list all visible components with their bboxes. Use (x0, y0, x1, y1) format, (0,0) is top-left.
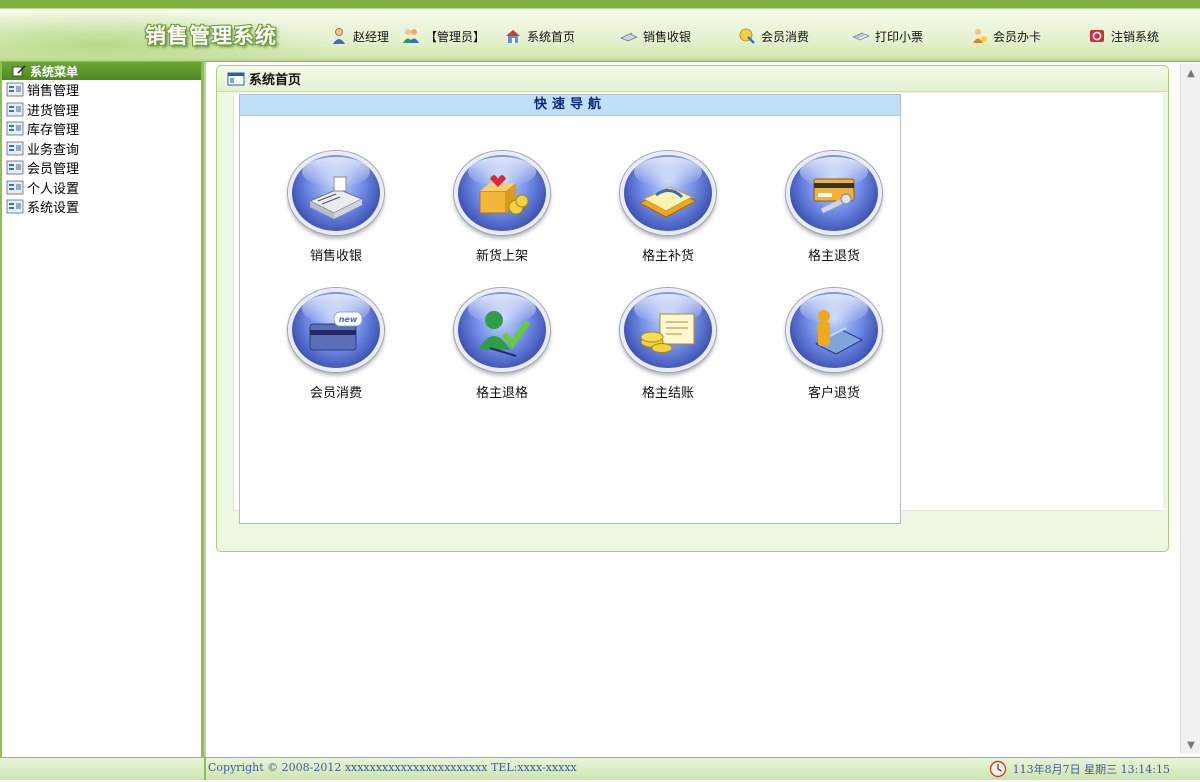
admin-icon (402, 27, 420, 45)
home-icon (504, 27, 522, 45)
datetime: 113年8月7日 星期三 13:14:15 (1012, 763, 1170, 776)
sidebar-item-sales[interactable]: 销售管理 (2, 80, 201, 100)
restock-icon (620, 151, 716, 235)
sidebar-item-members[interactable]: 会员管理 (2, 158, 201, 178)
main-content: 系统首页 快速导航 销售收银 新货上架 格主补货 格主退货 new 会员消费 格… (204, 62, 1200, 757)
tile-label: 格主退格 (475, 386, 528, 401)
sidebar-item-label: 业务查询 (27, 142, 80, 158)
app-header: 销售管理系统 赵经理 【管理员】 系统首页 销售收银 会员消费 打印小票 会员办… (0, 0, 1200, 62)
module-icon (6, 199, 24, 214)
tile-label: 格主结账 (641, 386, 694, 401)
topnav-home[interactable]: 系统首页 (504, 25, 620, 47)
settlement-icon (620, 288, 716, 372)
topnav-print[interactable]: 打印小票 (852, 25, 970, 47)
sidebar-header: 系统菜单 (2, 62, 201, 80)
panel-title: 系统首页 (249, 73, 302, 88)
user-role: 【管理员】 (402, 25, 504, 47)
sidebar-item-label: 进货管理 (27, 103, 80, 119)
sidebar: 系统菜单 销售管理 进货管理 库存管理 业务查询 会员管理 个人设置 系统设置 (0, 62, 204, 757)
topnav-member-card-label: 会员办卡 (993, 29, 1042, 44)
member-card-new-icon: new (288, 288, 384, 372)
tile-customer-return[interactable]: 客户退货 (774, 288, 894, 401)
panel-title-bar: 系统首页 (217, 66, 1168, 92)
user-role-label: 【管理员】 (425, 29, 486, 44)
cash-register-icon (288, 151, 384, 235)
tile-member-spend[interactable]: new 会员消费 (276, 288, 396, 401)
top-navigation: 赵经理 【管理员】 系统首页 销售收银 会员消费 打印小票 会员办卡 注销系统 (330, 24, 1178, 48)
tile-new-goods[interactable]: 新货上架 (442, 151, 562, 264)
sidebar-item-label: 库存管理 (27, 123, 80, 139)
module-icon (6, 141, 24, 156)
main-scrollbar[interactable]: ▲ ▼ (1180, 64, 1200, 754)
topnav-cashier-label: 销售收银 (643, 29, 692, 44)
topnav-member-spend-label: 会员消费 (761, 29, 810, 44)
sidebar-item-label: 系统设置 (27, 201, 80, 217)
topnav-logout[interactable]: 注销系统 (1088, 25, 1178, 47)
menu-edit-icon (12, 65, 26, 77)
app-title: 销售管理系统 (145, 24, 277, 48)
sidebar-item-label: 会员管理 (27, 162, 80, 178)
tile-label: 会员消费 (309, 386, 362, 401)
new-goods-icon (454, 151, 550, 235)
footer-divider (204, 758, 206, 780)
topnav-member-spend[interactable]: 会员消费 (738, 25, 852, 47)
module-icon (6, 102, 24, 117)
clock-icon (989, 760, 1007, 778)
tile-label: 销售收银 (309, 249, 362, 264)
sidebar-item-personal-settings[interactable]: 个人设置 (2, 178, 201, 198)
sidebar-item-query[interactable]: 业务查询 (2, 139, 201, 159)
status-bar: Copyright © 2008-2012 xxxxxxxxxxxxxxxxxx… (0, 757, 1200, 780)
topnav-print-label: 打印小票 (875, 29, 924, 44)
tile-label: 新货上架 (475, 249, 528, 264)
module-icon (6, 82, 24, 97)
member-card-icon (970, 27, 988, 45)
topnav-logout-label: 注销系统 (1111, 29, 1160, 44)
svg-text:new: new (339, 315, 358, 324)
clock: 113年8月7日 星期三 13:14:15 (989, 759, 1170, 779)
module-icon (6, 121, 24, 136)
logout-icon (1088, 27, 1106, 45)
scroll-up-icon[interactable]: ▲ (1181, 64, 1200, 82)
quick-navigation-title: 快速导航 (240, 95, 900, 116)
tile-cancel-shelf[interactable]: 格主退格 (442, 288, 562, 401)
cancel-shelf-icon (454, 288, 550, 372)
window-icon (227, 72, 245, 86)
scroll-down-icon[interactable]: ▼ (1181, 736, 1200, 754)
sidebar-item-inventory[interactable]: 库存管理 (2, 119, 201, 139)
return-goods-icon (786, 151, 882, 235)
customer-return-icon (786, 288, 882, 372)
current-user: 赵经理 (330, 25, 402, 47)
tile-label: 客户退货 (807, 386, 860, 401)
topnav-member-card[interactable]: 会员办卡 (970, 25, 1088, 47)
print-icon (852, 27, 870, 45)
tile-label: 格主补货 (641, 249, 694, 264)
quick-navigation: 快速导航 销售收银 新货上架 格主补货 格主退货 new 会员消费 格主退格 格… (239, 94, 901, 524)
user-name: 赵经理 (353, 29, 390, 44)
user-icon (330, 27, 348, 45)
home-panel: 系统首页 快速导航 销售收银 新货上架 格主补货 格主退货 new 会员消费 格… (216, 65, 1169, 552)
sidebar-item-label: 销售管理 (27, 84, 80, 100)
sidebar-item-purchase[interactable]: 进货管理 (2, 100, 201, 120)
member-spend-icon (738, 27, 756, 45)
module-icon (6, 180, 24, 195)
topnav-cashier[interactable]: 销售收银 (620, 25, 738, 47)
tile-restock[interactable]: 格主补货 (608, 151, 728, 264)
cashier-icon (620, 27, 638, 45)
tile-return-goods[interactable]: 格主退货 (774, 151, 894, 264)
module-icon (6, 160, 24, 175)
tile-sales-cashier[interactable]: 销售收银 (276, 151, 396, 264)
sidebar-title: 系统菜单 (30, 64, 79, 79)
topnav-home-label: 系统首页 (527, 29, 576, 44)
tile-settlement[interactable]: 格主结账 (608, 288, 728, 401)
copyright-text: Copyright © 2008-2012 xxxxxxxxxxxxxxxxxx… (208, 761, 577, 774)
sidebar-item-label: 个人设置 (27, 181, 80, 197)
sidebar-item-system-settings[interactable]: 系统设置 (2, 197, 201, 217)
tile-label: 格主退货 (807, 249, 860, 264)
